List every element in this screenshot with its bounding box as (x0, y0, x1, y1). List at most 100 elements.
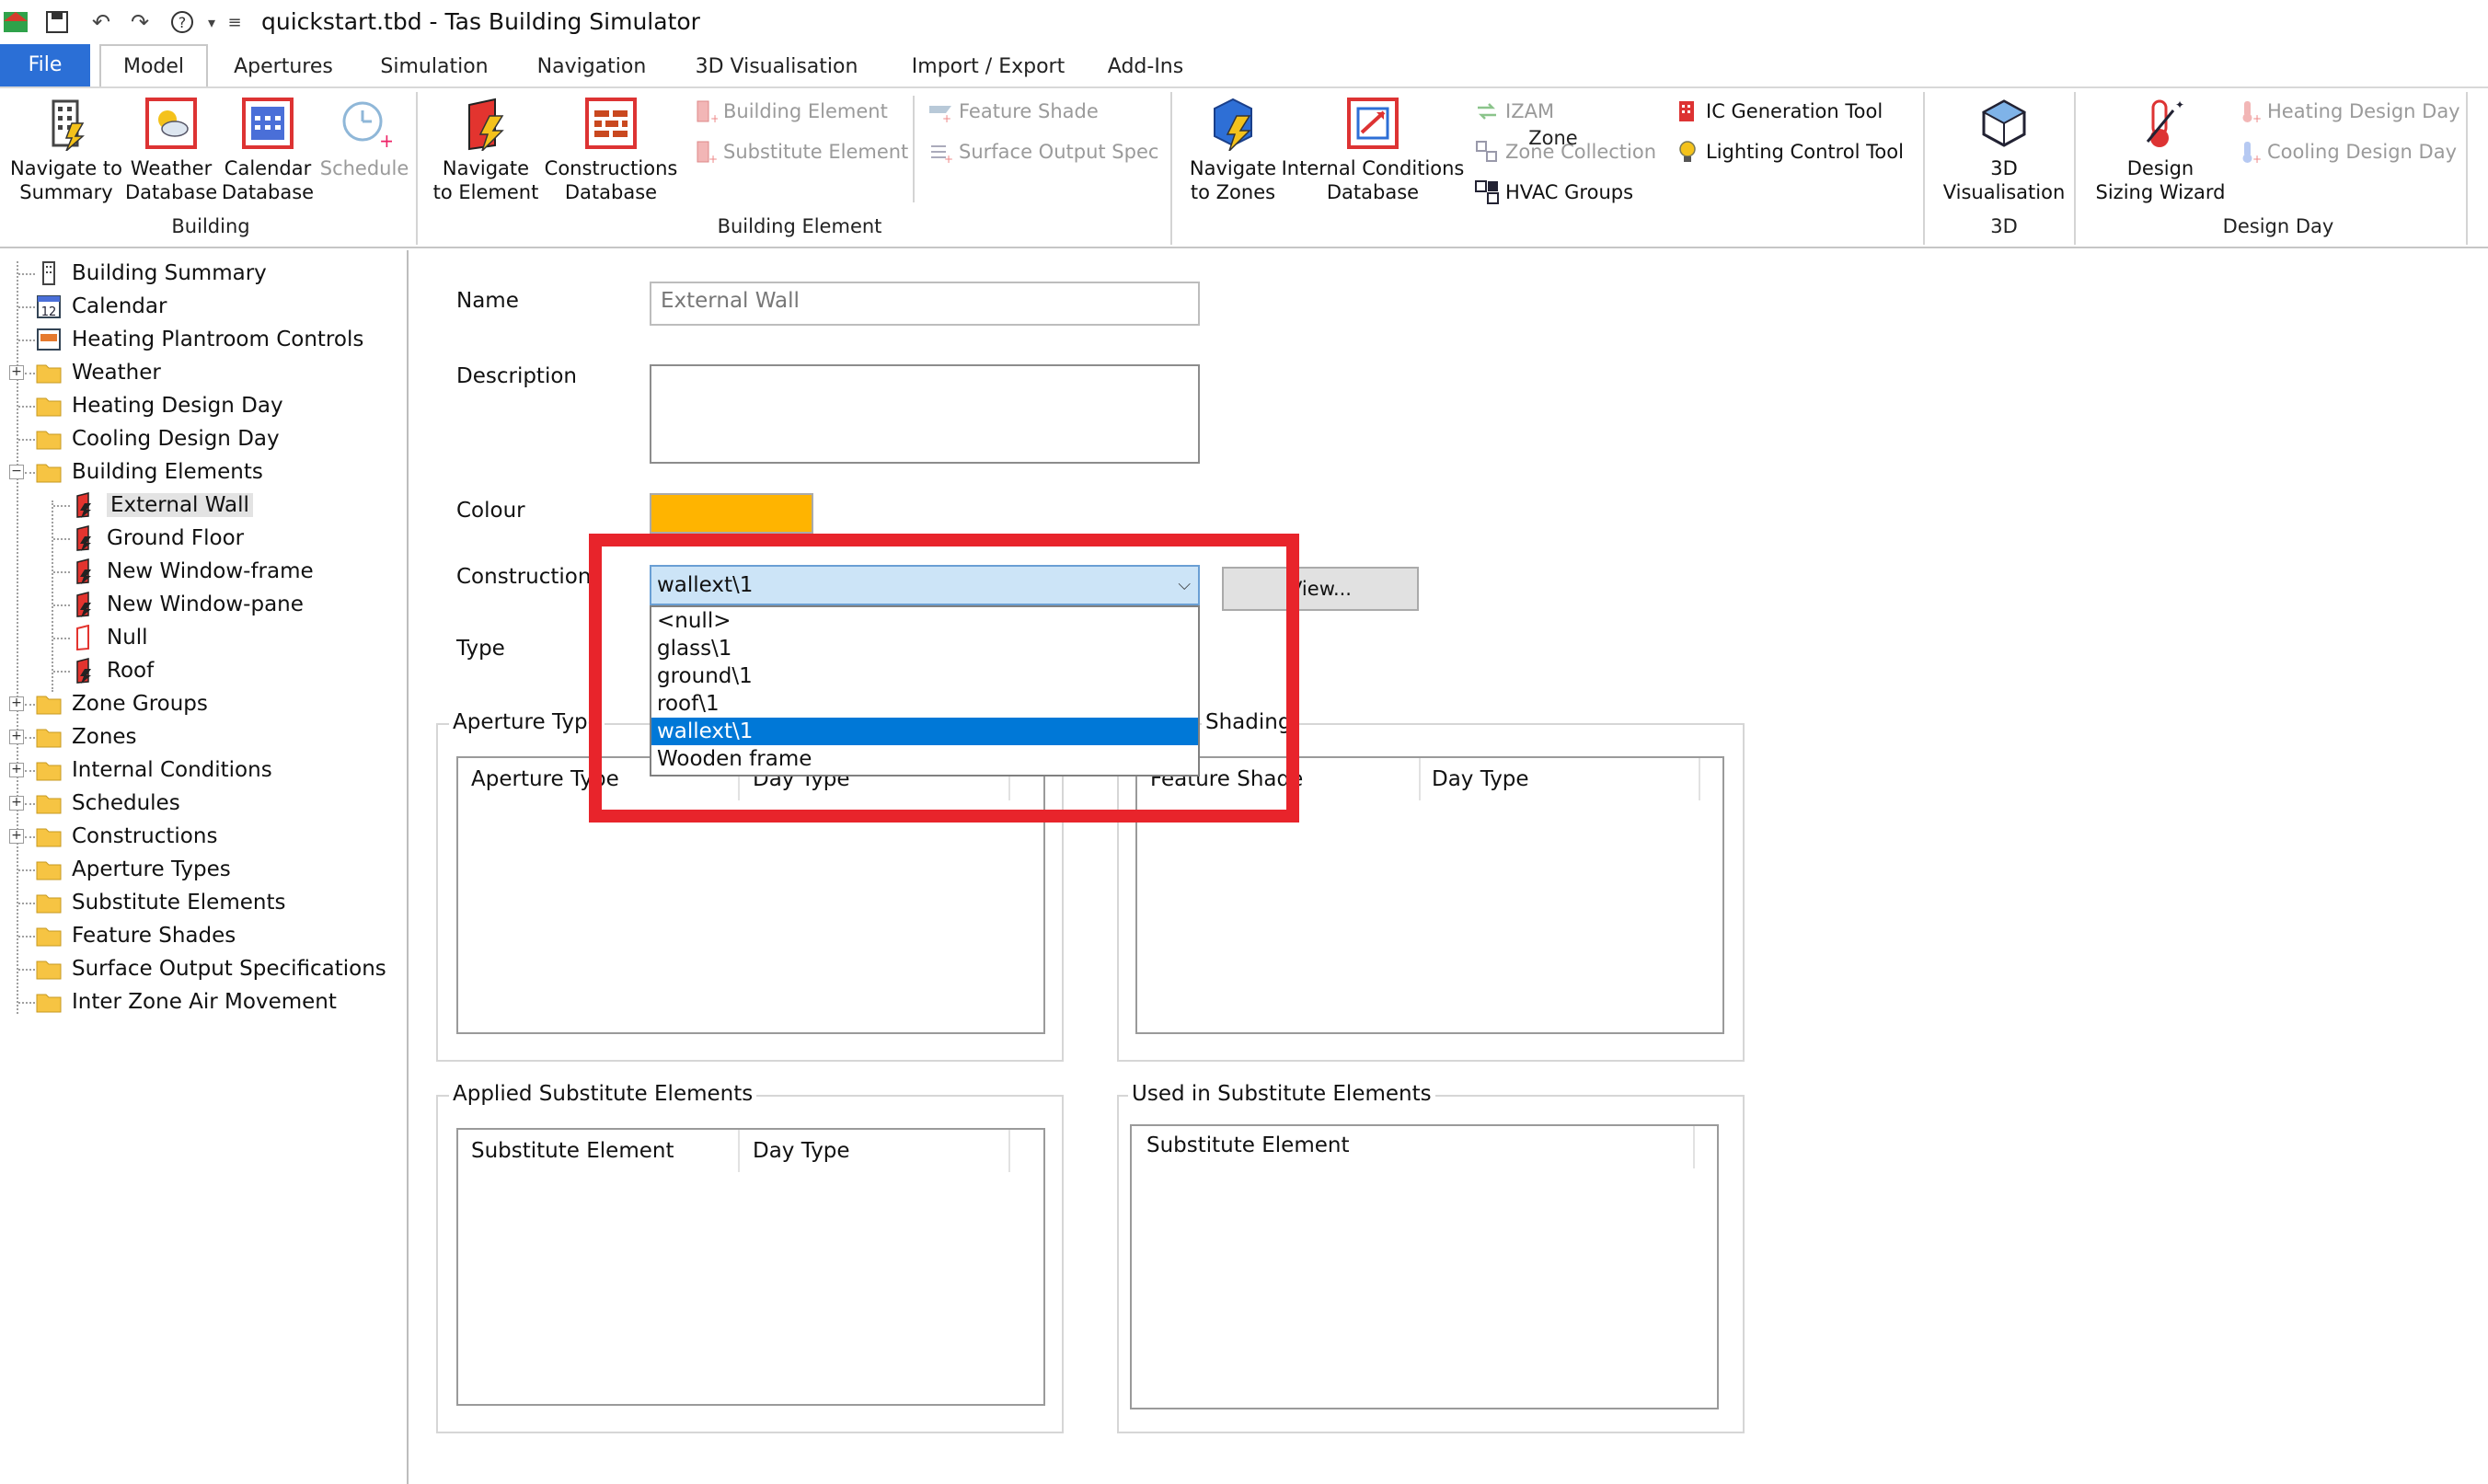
tree-item-calendar[interactable]: 12 Calendar (35, 291, 167, 322)
used-in-substitute-elements-title: Used in Substitute Elements (1128, 1082, 1435, 1106)
expand-toggle[interactable]: + (9, 730, 24, 744)
tree-item-surface-output-specifications[interactable]: Surface Output Specifications (35, 953, 386, 984)
column-header-substitute-element[interactable]: Substitute Element (1146, 1133, 1349, 1157)
tab-3d-visualisation[interactable]: 3D Visualisation (685, 48, 869, 86)
tab-navigation[interactable]: Navigation (523, 48, 661, 86)
tree-item-internal-conditions[interactable]: Internal Conditions (35, 754, 272, 786)
ribbon-separator (416, 92, 418, 245)
undo-icon[interactable]: ↶ (85, 6, 118, 39)
column-header-day-type[interactable]: Day Type (1432, 767, 1529, 791)
tree-item-heating-plantroom[interactable]: Heating Plantroom Controls (35, 324, 363, 355)
svg-text:✦: ✦ (2175, 98, 2184, 111)
feature-shade-icon: + (929, 106, 951, 124)
tree-item-ground-floor[interactable]: Ground Floor (70, 523, 244, 554)
building-element-button[interactable]: + Building Element (692, 98, 888, 125)
feature-shade-button[interactable]: + Feature Shade (927, 98, 1099, 125)
tree-item-zones[interactable]: Zones (35, 721, 137, 753)
substitute-element-button[interactable]: + Substitute Element (692, 138, 908, 166)
tree-item-aperture-types[interactable]: Aperture Types (35, 854, 231, 885)
cooling-design-day-button[interactable]: + Cooling Design Day (2236, 138, 2457, 166)
tree-item-roof[interactable]: Roof (70, 655, 154, 686)
aperture-type-group-title: Aperture Type (449, 710, 605, 734)
schedule-button[interactable]: + Schedule (318, 96, 410, 180)
tree-item-window-frame[interactable]: New Window-frame (70, 556, 314, 587)
column-header-day-type[interactable]: Day Type (753, 1139, 850, 1163)
column-header-substitute-element[interactable]: Substitute Element (471, 1139, 674, 1163)
tree-item-external-wall[interactable]: External Wall (70, 489, 253, 521)
folder-icon (36, 828, 62, 847)
customize-quick-access-icon[interactable]: ≡ (225, 6, 245, 39)
hvac-groups-icon (1475, 180, 1499, 204)
weather-icon (145, 98, 197, 149)
internal-conditions-database-button[interactable]: Internal Conditions Database (1279, 96, 1467, 204)
tab-import-export[interactable]: Import / Export (896, 48, 1080, 86)
expand-toggle[interactable]: + (9, 763, 24, 777)
ribbon-separator (2074, 92, 2076, 245)
navigate-to-element-button[interactable]: Navigate to Element (429, 96, 543, 204)
null-element-icon (76, 625, 89, 650)
ribbon-separator (1923, 92, 1925, 245)
tree-item-cooling-design-day[interactable]: Cooling Design Day (35, 423, 280, 454)
tree-item-feature-shades[interactable]: Feature Shades (35, 920, 236, 951)
tree-item-null[interactable]: Null (70, 622, 148, 653)
tree-item-window-pane[interactable]: New Window-pane (70, 589, 304, 620)
collapse-toggle[interactable]: − (9, 465, 24, 479)
hvac-groups-button[interactable]: HVAC Groups (1474, 178, 1633, 206)
tree-item-inter-zone-air-movement[interactable]: Inter Zone Air Movement (35, 986, 337, 1018)
folder-icon (36, 696, 62, 715)
tab-apertures[interactable]: Apertures (219, 48, 348, 86)
construction-label: Construction (456, 565, 592, 589)
svg-text:12: 12 (41, 305, 57, 319)
surface-output-spec-button[interactable]: + Surface Output Spec (927, 138, 1158, 166)
colour-swatch[interactable] (650, 493, 813, 534)
izam-icon (1478, 103, 1496, 120)
applied-substitute-elements-list[interactable]: Substitute Element Day Type (456, 1128, 1045, 1406)
heating-design-day-button[interactable]: + Heating Design Day (2236, 98, 2460, 125)
izam-button[interactable]: IZAM (1474, 98, 1554, 125)
calendar-database-button[interactable]: Calendar Database (221, 96, 315, 204)
tree-item-building-summary[interactable]: Building Summary (35, 258, 267, 289)
tree-item-zone-groups[interactable]: Zone Groups (35, 688, 208, 719)
title-bar: ↶ ↷ ? ▾ ≡ quickstart.tbd - Tas Building … (0, 0, 2488, 44)
save-icon[interactable] (40, 6, 74, 39)
tab-file[interactable]: File (0, 44, 90, 86)
used-in-substitute-elements-list[interactable]: Substitute Element (1130, 1124, 1719, 1409)
highlight-annotation-box (589, 534, 1299, 823)
group-label-3d: 3D (1990, 215, 2018, 237)
folder-icon (36, 927, 62, 947)
tree-item-building-elements[interactable]: Building Elements (35, 456, 263, 488)
weather-database-button[interactable]: Weather Database (125, 96, 217, 204)
navigate-to-zones-button[interactable]: Navigate to Zones (1183, 96, 1283, 204)
building-tree[interactable]: Building Summary 12 Calendar Heating Pla… (0, 250, 409, 1484)
folder-icon (36, 861, 62, 880)
dropdown-arrow-icon[interactable]: ▾ (202, 6, 221, 39)
ic-generation-tool-button[interactable]: IC Generation Tool (1675, 98, 1883, 125)
wall-element-icon (76, 525, 91, 551)
tree-item-schedules[interactable]: Schedules (35, 788, 180, 819)
help-icon[interactable]: ? (166, 6, 199, 39)
expand-toggle[interactable]: + (9, 796, 24, 811)
tab-model[interactable]: Model (99, 44, 208, 88)
tree-item-constructions[interactable]: Constructions (35, 821, 217, 852)
tab-add-ins[interactable]: Add-Ins (1095, 48, 1196, 86)
svg-text:+: + (708, 153, 718, 165)
calendar-icon: 12 (37, 295, 61, 319)
3d-visualisation-button[interactable]: 3D Visualisation (1936, 96, 2072, 204)
constructions-database-button[interactable]: Constructions Database (543, 96, 679, 204)
description-field[interactable] (650, 364, 1200, 464)
redo-icon[interactable]: ↷ (123, 6, 156, 39)
tree-item-heating-design-day[interactable]: Heating Design Day (35, 390, 283, 421)
svg-text:?: ? (179, 14, 187, 31)
expand-toggle[interactable]: + (9, 829, 24, 844)
type-label: Type (456, 637, 505, 661)
folder-open-icon (36, 464, 62, 483)
tab-simulation[interactable]: Simulation (366, 48, 502, 86)
expand-toggle[interactable]: + (9, 365, 24, 380)
design-sizing-wizard-button[interactable]: ✦ Design Sizing Wizard (2081, 96, 2240, 204)
expand-toggle[interactable]: + (9, 696, 24, 711)
name-field[interactable]: External Wall (650, 282, 1200, 326)
tree-item-substitute-elements[interactable]: Substitute Elements (35, 887, 285, 918)
tree-item-weather[interactable]: Weather (35, 357, 161, 388)
navigate-to-summary-button[interactable]: Navigate to Summary (4, 96, 129, 204)
folder-icon (36, 762, 62, 781)
